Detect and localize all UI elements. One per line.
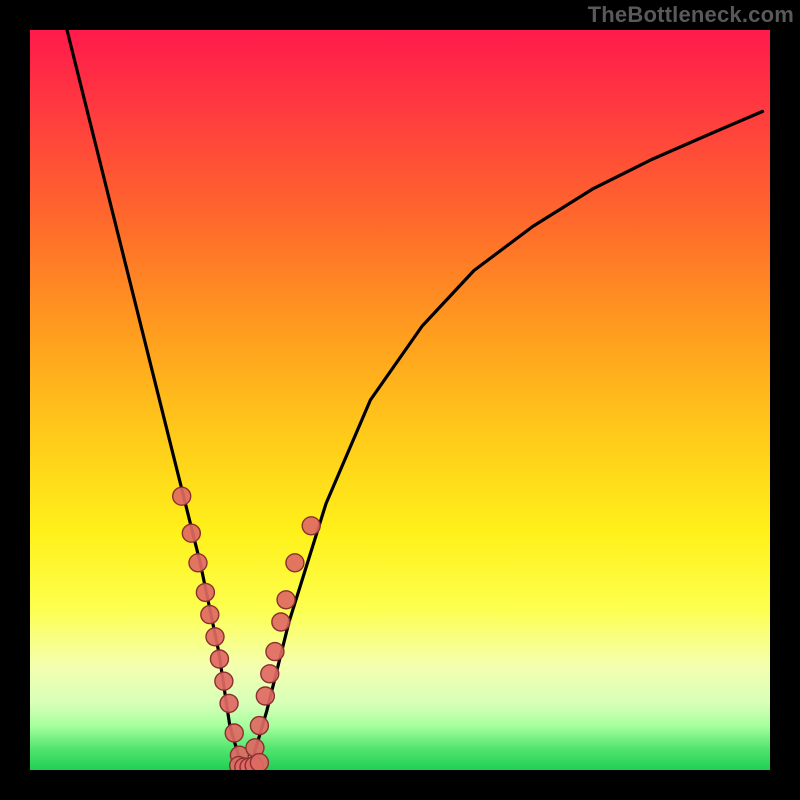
highlight-dot (173, 487, 191, 505)
highlight-dot (286, 554, 304, 572)
highlight-dot (182, 524, 200, 542)
highlight-dot (250, 754, 268, 770)
highlight-dot (210, 650, 228, 668)
watermark-text: TheBottleneck.com (588, 2, 794, 28)
plot-area (30, 30, 770, 770)
highlight-dot (256, 687, 274, 705)
highlight-dot (201, 606, 219, 624)
highlight-dot (302, 517, 320, 535)
highlight-dot (220, 694, 238, 712)
highlight-dot (266, 643, 284, 661)
highlight-dot (189, 554, 207, 572)
highlight-dot (206, 628, 224, 646)
highlight-dot (261, 665, 279, 683)
highlight-dot (196, 583, 214, 601)
highlight-dot (215, 672, 233, 690)
chart-svg (30, 30, 770, 770)
highlight-dot (272, 613, 290, 631)
highlight-dot (225, 724, 243, 742)
highlight-dot (277, 591, 295, 609)
chart-frame: TheBottleneck.com (0, 0, 800, 800)
highlight-dots-group (173, 487, 321, 770)
bottleneck-curve (67, 30, 763, 764)
highlight-dot (250, 717, 268, 735)
